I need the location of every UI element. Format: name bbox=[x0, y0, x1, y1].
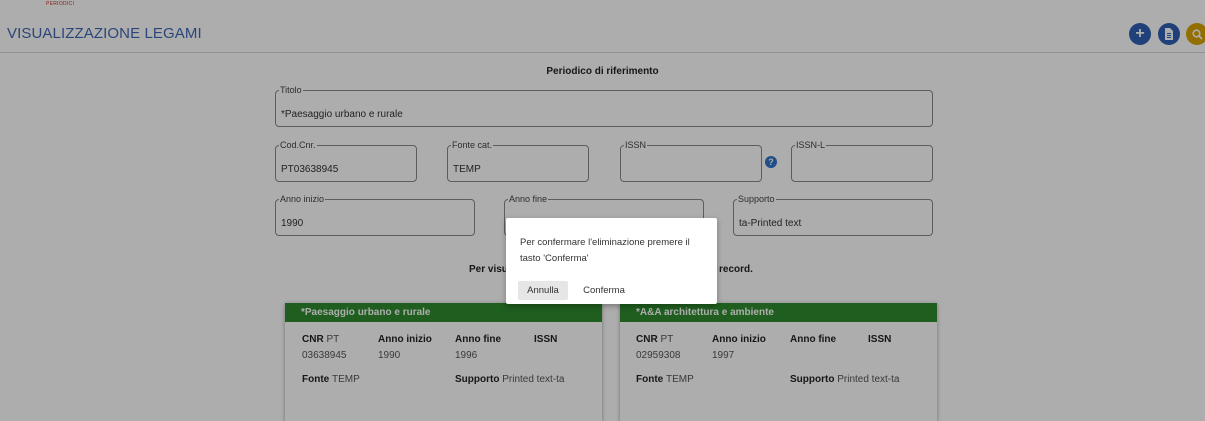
confirm-button[interactable]: Conferma bbox=[576, 281, 632, 300]
cancel-button[interactable]: Annulla bbox=[518, 281, 568, 300]
modal-backdrop[interactable] bbox=[0, 0, 1205, 421]
confirm-dialog: Per confermare l'eliminazione premere il… bbox=[506, 218, 717, 304]
dialog-message: Per confermare l'eliminazione premere il… bbox=[520, 237, 690, 264]
